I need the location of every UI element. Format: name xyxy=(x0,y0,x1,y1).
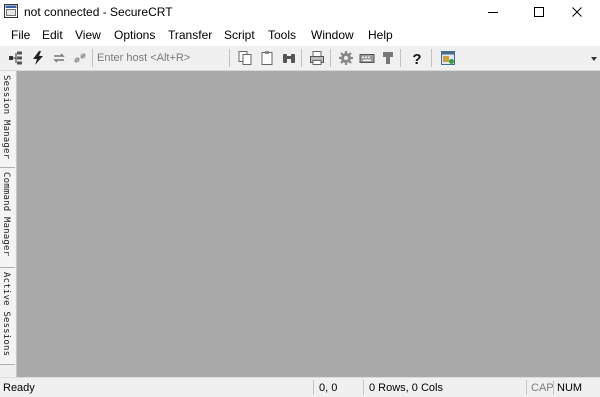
status-bar: Ready 0, 0 0 Rows, 0 Cols CAP NUM xyxy=(0,377,600,397)
securecrt-app-icon xyxy=(4,4,18,18)
settings-icon[interactable] xyxy=(338,50,354,66)
menu-transfer[interactable]: Transfer xyxy=(168,28,212,42)
keymap-icon[interactable] xyxy=(359,50,375,66)
quick-connect-icon[interactable] xyxy=(30,50,46,66)
toolbar-separator xyxy=(400,49,401,67)
session-workspace[interactable] xyxy=(17,71,600,377)
side-panel: Session Manager Command Manager Active S… xyxy=(0,71,17,377)
tab-active-sessions-label: Active Sessions xyxy=(1,272,11,357)
status-cap: CAP xyxy=(531,382,554,394)
maximize-icon xyxy=(534,7,544,17)
toolbar-separator xyxy=(431,49,432,67)
toolbar: ? xyxy=(0,46,600,71)
reconnect-icon[interactable] xyxy=(51,50,67,66)
toolbar-separator xyxy=(301,49,302,67)
menu-options[interactable]: Options xyxy=(114,28,155,42)
toolbar-separator xyxy=(229,49,230,67)
status-rows-cols: 0 Rows, 0 Cols xyxy=(369,382,443,394)
print-icon[interactable] xyxy=(309,50,325,66)
menu-file[interactable]: File xyxy=(11,28,30,42)
status-ready: Ready xyxy=(3,382,35,394)
toolbar-separator xyxy=(92,49,93,67)
tab-active-sessions[interactable]: Active Sessions xyxy=(0,268,15,365)
status-separator xyxy=(313,380,314,395)
status-separator xyxy=(363,380,364,395)
tab-command-manager[interactable]: Command Manager xyxy=(0,168,15,268)
menu-window[interactable]: Window xyxy=(311,28,354,42)
status-separator xyxy=(526,380,527,395)
status-separator xyxy=(553,380,554,395)
find-icon[interactable] xyxy=(281,50,297,66)
menu-tools[interactable]: Tools xyxy=(268,28,296,42)
status-cursor-position: 0, 0 xyxy=(319,382,338,394)
minimize-icon xyxy=(488,12,498,13)
tab-session-manager[interactable]: Session Manager xyxy=(0,71,15,168)
title-bar: not connected - SecureCRT xyxy=(0,0,600,24)
chevron-down-icon[interactable] xyxy=(590,56,598,62)
minimize-button[interactable] xyxy=(470,0,516,24)
toolbar-separator xyxy=(330,49,331,67)
menu-edit[interactable]: Edit xyxy=(42,28,63,42)
tab-session-manager-label: Session Manager xyxy=(1,75,11,160)
enter-host-input[interactable] xyxy=(95,49,225,67)
disconnect-icon[interactable] xyxy=(72,50,88,66)
tab-command-manager-label: Command Manager xyxy=(1,172,11,257)
menu-script[interactable]: Script xyxy=(224,28,255,42)
connect-tree-icon[interactable] xyxy=(8,50,24,66)
paste-icon[interactable] xyxy=(259,50,275,66)
close-icon xyxy=(572,7,582,17)
copy-icon[interactable] xyxy=(237,50,253,66)
sftp-icon[interactable] xyxy=(380,50,396,66)
help-icon[interactable]: ? xyxy=(409,50,425,66)
close-button[interactable] xyxy=(554,0,600,24)
status-num: NUM xyxy=(557,382,583,394)
window-title: not connected - SecureCRT xyxy=(24,5,173,19)
menu-bar: File Edit View Options Transfer Script T… xyxy=(0,24,600,46)
session-options-icon[interactable] xyxy=(440,50,456,66)
menu-view[interactable]: View xyxy=(75,28,101,42)
svg-text:?: ? xyxy=(412,51,421,66)
menu-help[interactable]: Help xyxy=(368,28,393,42)
